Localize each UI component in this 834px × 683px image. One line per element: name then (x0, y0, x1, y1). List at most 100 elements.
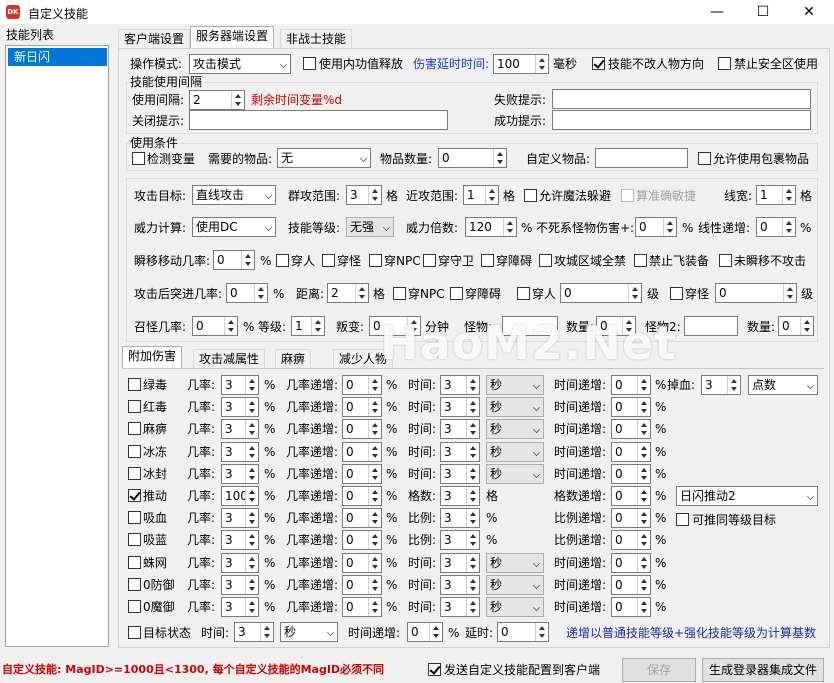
tp-opt-checkbox[interactable] (369, 254, 382, 267)
spin-arrows-icon[interactable] (311, 317, 324, 335)
spin-arrows-icon[interactable] (245, 576, 258, 594)
spin-arrows-icon[interactable] (254, 284, 267, 302)
dist-spinner[interactable]: 2 (327, 283, 369, 303)
amount-inc-spinner[interactable]: 0 (611, 530, 651, 550)
spin-arrows-icon[interactable] (466, 598, 479, 616)
spin-arrows-icon[interactable] (245, 487, 258, 505)
spin-arrows-icon[interactable] (245, 420, 258, 438)
spin-arrows-icon[interactable] (245, 398, 258, 416)
spin-arrows-icon[interactable] (637, 376, 650, 394)
spin-arrows-icon[interactable] (245, 598, 258, 616)
spin-arrows-icon[interactable] (637, 576, 650, 594)
tab-server[interactable]: 服务器端设置 (190, 26, 275, 49)
spin-arrows-icon[interactable] (368, 531, 381, 549)
effect-checkbox[interactable] (128, 556, 141, 569)
count2-spinner[interactable]: 0 (778, 316, 814, 336)
power-mult-spinner[interactable]: 120 (465, 217, 517, 237)
rate-spinner[interactable]: 3 (221, 375, 259, 395)
target-state-inc-spinner[interactable]: 0 (407, 622, 443, 642)
spin-arrows-icon[interactable] (535, 55, 548, 73)
amount-spinner[interactable]: 3 (440, 508, 480, 528)
spin-arrows-icon[interactable] (727, 376, 740, 394)
spin-arrows-icon[interactable] (466, 376, 479, 394)
need-item-select[interactable]: 无 (277, 148, 371, 168)
spin-arrows-icon[interactable] (429, 623, 442, 641)
spin-arrows-icon[interactable] (368, 465, 381, 483)
spin-arrows-icon[interactable] (407, 317, 420, 335)
spin-arrows-icon[interactable] (637, 398, 650, 416)
spin-arrows-icon[interactable] (637, 531, 650, 549)
subtab-paralysis[interactable]: 麻痹 (275, 349, 312, 369)
spin-arrows-icon[interactable] (466, 576, 479, 594)
amount-spinner[interactable]: 3 (440, 530, 480, 550)
spin-arrows-icon[interactable] (368, 487, 381, 505)
undead-spinner[interactable]: 0 (635, 217, 677, 237)
spin-arrows-icon[interactable] (368, 420, 381, 438)
rate-inc-spinner[interactable]: 0 (342, 597, 382, 617)
spin-arrows-icon[interactable] (245, 509, 258, 527)
tp-opt-checkbox[interactable] (634, 254, 647, 267)
attack-mode-select[interactable]: 攻击模式 (189, 54, 291, 74)
amount-spinner[interactable]: 3 (440, 419, 480, 439)
effect-checkbox[interactable] (128, 378, 141, 391)
spin-arrows-icon[interactable] (622, 317, 635, 335)
spin-arrows-icon[interactable] (628, 284, 641, 302)
spin-arrows-icon[interactable] (637, 487, 650, 505)
spin-arrows-icon[interactable] (368, 598, 381, 616)
use-inner-checkbox[interactable] (303, 57, 316, 70)
tab-nonwarrior[interactable]: 非战士技能 (280, 29, 353, 49)
close-input[interactable] (189, 110, 448, 130)
time-unit-select[interactable]: 秒 (486, 553, 544, 573)
spin-arrows-icon[interactable] (466, 443, 479, 461)
rate-spinner[interactable]: 3 (221, 597, 259, 617)
spin-arrows-icon[interactable] (368, 398, 381, 416)
spin-arrows-icon[interactable] (245, 531, 258, 549)
drop-blood-unit-select[interactable]: 点数 (748, 375, 818, 395)
amount-spinner[interactable]: 3 (440, 575, 480, 595)
spin-arrows-icon[interactable] (535, 623, 548, 641)
maximize-button[interactable]: ☐ (740, 0, 786, 24)
effect-checkbox[interactable] (128, 511, 141, 524)
spin-arrows-icon[interactable] (466, 487, 479, 505)
spin-arrows-icon[interactable] (368, 376, 381, 394)
rate-inc-spinner[interactable]: 0 (342, 375, 382, 395)
spin-arrows-icon[interactable] (466, 465, 479, 483)
rate-inc-spinner[interactable]: 0 (342, 486, 382, 506)
amount-inc-spinner[interactable]: 0 (611, 553, 651, 573)
skill-list[interactable]: 新日闪 (5, 45, 109, 647)
subtab-reduce-char[interactable]: 减少人物 (333, 349, 394, 369)
rate-spinner[interactable]: 3 (221, 508, 259, 528)
rate-spinner[interactable]: 3 (221, 419, 259, 439)
rate-spinner[interactable]: 100 (221, 486, 259, 506)
summon-level-spinner[interactable]: 1 (291, 316, 325, 336)
success-input[interactable] (552, 110, 811, 130)
rate-spinner[interactable]: 3 (221, 530, 259, 550)
amount-spinner[interactable]: 3 (440, 464, 480, 484)
effect-checkbox[interactable] (128, 489, 141, 502)
spin-arrows-icon[interactable] (466, 420, 479, 438)
rate-inc-spinner[interactable]: 0 (342, 553, 382, 573)
spin-arrows-icon[interactable] (231, 91, 244, 109)
time-unit-select[interactable]: 秒 (486, 464, 544, 484)
spin-arrows-icon[interactable] (241, 251, 254, 269)
generate-button[interactable]: 生成登录器集成文件 (702, 658, 824, 682)
effect-checkbox[interactable] (128, 445, 141, 458)
spin-arrows-icon[interactable] (466, 531, 479, 549)
tp-opt-checkbox[interactable] (539, 254, 552, 267)
spin-arrows-icon[interactable] (503, 218, 516, 236)
skill-level-select[interactable]: 无强 (346, 217, 394, 237)
effect-checkbox[interactable] (128, 533, 141, 546)
tp-opt-checkbox[interactable] (276, 254, 289, 267)
interval-spinner[interactable]: 2 (189, 90, 245, 110)
after-opt-checkbox[interactable] (393, 287, 406, 300)
allow-dodge-checkbox[interactable] (524, 189, 537, 202)
spin-arrows-icon[interactable] (637, 509, 650, 527)
spin-arrows-icon[interactable] (368, 186, 381, 204)
after-opt-checkbox[interactable] (517, 287, 530, 300)
save-button[interactable]: 保存 (622, 658, 696, 682)
rate-inc-spinner[interactable]: 0 (342, 464, 382, 484)
amount-inc-spinner[interactable]: 0 (611, 419, 651, 439)
push-same-level-checkbox[interactable] (676, 513, 689, 526)
delay-spinner[interactable]: 100 (493, 54, 549, 74)
line-width-spinner[interactable]: 1 (756, 185, 796, 205)
